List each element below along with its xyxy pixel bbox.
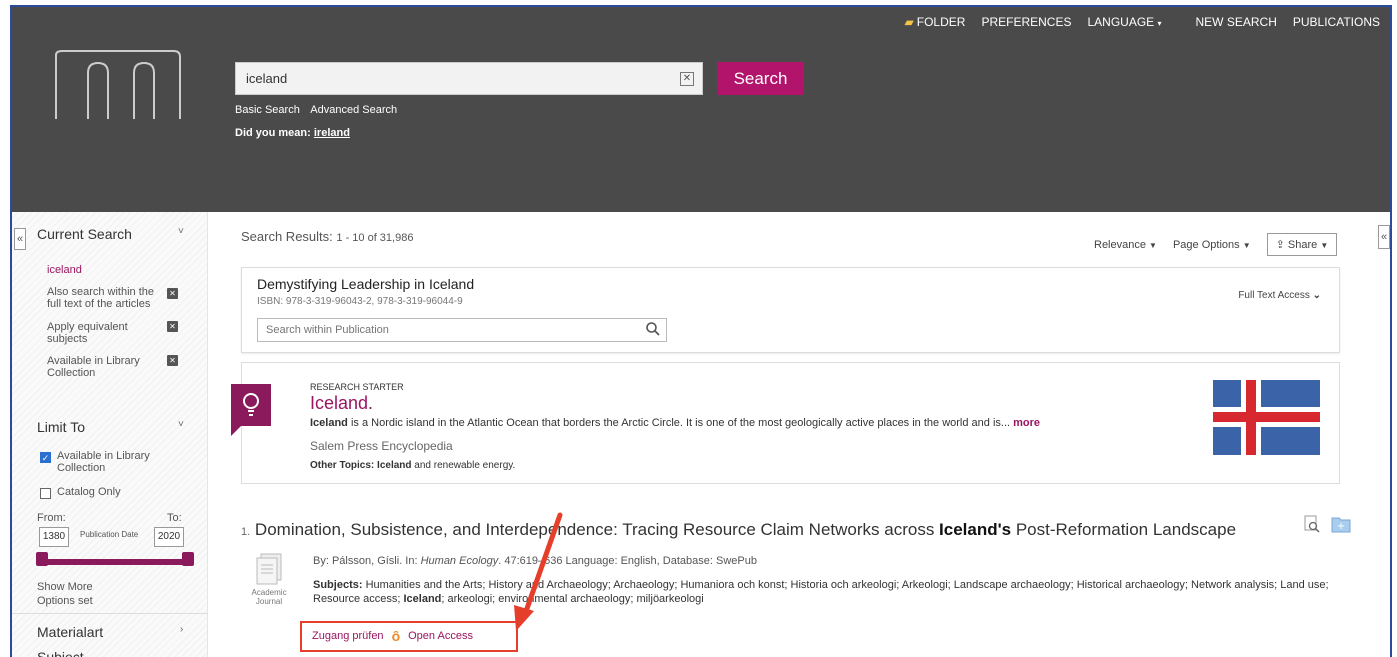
basic-search-link[interactable]: Basic Search bbox=[235, 104, 300, 116]
academic-journal-icon: Academic Journal bbox=[245, 552, 293, 620]
search-input[interactable] bbox=[236, 63, 666, 94]
new-search-link[interactable]: NEW SEARCH bbox=[1196, 15, 1277, 29]
lightbulb-icon bbox=[231, 384, 271, 426]
from-label: From: bbox=[37, 512, 66, 524]
clear-search-icon[interactable]: ✕ bbox=[680, 72, 694, 86]
research-starter-text: Iceland is a Nordic island in the Atlant… bbox=[310, 417, 1041, 429]
doc-type-label: Academic Journal bbox=[251, 588, 287, 606]
date-to-input[interactable]: 2020 bbox=[154, 527, 184, 547]
current-search-term: iceland bbox=[47, 264, 82, 276]
publications-link[interactable]: PUBLICATIONS bbox=[1293, 15, 1380, 29]
badge-tail bbox=[231, 426, 241, 436]
header: ▰ FOLDER PREFERENCES LANGUAGE ▾ NEW SEARC… bbox=[12, 7, 1390, 212]
relevance-dropdown[interactable]: Relevance ▼ bbox=[1094, 239, 1157, 251]
limit-to-heading[interactable]: Limit To bbox=[37, 419, 85, 435]
research-starter-label: RESEARCH STARTER bbox=[310, 382, 404, 392]
check-access-link[interactable]: Zugang prüfen bbox=[312, 630, 384, 642]
results-count: Search Results: 1 - 10 of 31,986 bbox=[241, 229, 414, 244]
research-starter-source: Salem Press Encyclopedia bbox=[310, 439, 453, 453]
folder-icon: ▰ bbox=[904, 15, 914, 29]
remove-facet-icon[interactable]: ✕ bbox=[167, 288, 178, 299]
checkbox-label: Catalog Only bbox=[57, 486, 121, 498]
result-title[interactable]: 1. Domination, Subsistence, and Interdep… bbox=[241, 520, 1236, 540]
slider-handle-max[interactable] bbox=[182, 552, 194, 566]
to-label: To: bbox=[167, 512, 182, 524]
caret-down-icon: ▼ bbox=[1242, 240, 1251, 250]
open-access-link[interactable]: Open Access bbox=[408, 630, 473, 642]
collapse-right-panel-icon[interactable]: « bbox=[1378, 225, 1390, 249]
slider-handle-min[interactable] bbox=[36, 552, 48, 566]
facet-library-collection: Available in Library Collection bbox=[47, 355, 140, 379]
publication-isbn: ISBN: 978-3-319-96043-2, 978-3-319-96044… bbox=[257, 296, 463, 307]
chevron-down-icon: ▾ bbox=[1157, 19, 1162, 28]
search-icon[interactable] bbox=[646, 322, 660, 336]
options-set-label: Options set bbox=[37, 595, 93, 607]
materialart-heading[interactable]: Materialart bbox=[37, 624, 103, 640]
search-button[interactable]: Search bbox=[717, 62, 804, 95]
publication-title[interactable]: Demystifying Leadership in Iceland bbox=[257, 276, 474, 292]
divider bbox=[12, 613, 208, 614]
publication-search-input[interactable] bbox=[258, 319, 638, 341]
show-more-link[interactable]: Show More bbox=[37, 581, 93, 593]
chevron-down-icon[interactable]: ˅ bbox=[178, 419, 184, 430]
share-button[interactable]: ⇪ Share ▼ bbox=[1266, 233, 1338, 256]
facet-fulltext: Also search within the full text of the … bbox=[47, 286, 154, 310]
caret-down-icon: ▼ bbox=[1149, 240, 1157, 250]
chevron-down-icon: ⌄ bbox=[1312, 290, 1321, 301]
language-menu[interactable]: LANGUAGE ▾ bbox=[1087, 15, 1161, 29]
chevron-down-icon[interactable]: ˅ bbox=[178, 226, 184, 237]
result-actions: + bbox=[1303, 515, 1351, 533]
research-starter-title[interactable]: Iceland. bbox=[310, 393, 373, 414]
search-box: ✕ bbox=[235, 62, 703, 95]
checkbox-catalog-only[interactable] bbox=[40, 488, 51, 499]
svg-text:+: + bbox=[1337, 521, 1345, 532]
full-text-access-toggle[interactable]: Full Text Access ⌄ bbox=[1238, 290, 1321, 301]
advanced-search-link[interactable]: Advanced Search bbox=[310, 104, 397, 116]
folder-link[interactable]: ▰ FOLDER bbox=[905, 15, 966, 29]
annotation-arrow bbox=[514, 512, 563, 631]
logo[interactable] bbox=[52, 47, 184, 119]
add-to-folder-icon[interactable]: + bbox=[1331, 515, 1351, 533]
chevron-right-icon[interactable]: › bbox=[180, 624, 183, 635]
remove-facet-icon[interactable]: ✕ bbox=[167, 355, 178, 366]
date-slider-track[interactable] bbox=[39, 559, 189, 565]
did-you-mean-link[interactable]: ireland bbox=[314, 127, 350, 139]
more-link[interactable]: more bbox=[1013, 417, 1040, 429]
date-from-input[interactable]: 1380 bbox=[39, 527, 69, 547]
collapse-sidebar-icon[interactable]: « bbox=[14, 228, 26, 250]
publication-box: Demystifying Leadership in Iceland ISBN:… bbox=[241, 267, 1340, 353]
iceland-flag-image bbox=[1213, 380, 1320, 455]
results-toolbar: Relevance ▼ Page Options ▼ ⇪ Share ▼ bbox=[1094, 233, 1338, 256]
facet-equivalent-subjects: Apply equivalent subjects bbox=[47, 321, 128, 345]
remove-facet-icon[interactable]: ✕ bbox=[167, 321, 178, 332]
current-search-heading[interactable]: Current Search bbox=[37, 226, 132, 242]
open-access-icon: ȏ bbox=[391, 628, 401, 644]
result-subjects: Subjects: Humanities and the Arts; Histo… bbox=[313, 579, 1329, 605]
share-icon: ⇪ bbox=[1275, 239, 1285, 251]
top-links: ▰ FOLDER PREFERENCES LANGUAGE ▾ NEW SEARC… bbox=[905, 15, 1380, 29]
publication-search bbox=[257, 318, 667, 342]
topic-link[interactable]: Iceland bbox=[377, 460, 411, 471]
publication-date-label: Publication Date bbox=[80, 530, 139, 539]
preferences-link[interactable]: PREFERENCES bbox=[981, 15, 1071, 29]
did-you-mean: Did you mean: ireland bbox=[235, 127, 350, 139]
caret-down-icon: ▼ bbox=[1320, 241, 1329, 250]
search-mode-links: Basic Search Advanced Search bbox=[235, 104, 405, 116]
page-options-dropdown[interactable]: Page Options ▼ bbox=[1173, 239, 1251, 251]
checkbox-library-collection[interactable]: ✓ bbox=[40, 452, 51, 463]
access-links: Zugang prüfen ȏ Open Access bbox=[312, 628, 473, 644]
other-topics: Other Topics: Iceland and renewable ener… bbox=[310, 460, 516, 471]
subject-heading[interactable]: Subject bbox=[37, 649, 84, 657]
preview-icon[interactable] bbox=[1303, 515, 1321, 533]
checkbox-label: Available in Library Collection bbox=[57, 450, 150, 474]
browser-frame: ▰ FOLDER PREFERENCES LANGUAGE ▾ NEW SEARC… bbox=[10, 5, 1392, 657]
